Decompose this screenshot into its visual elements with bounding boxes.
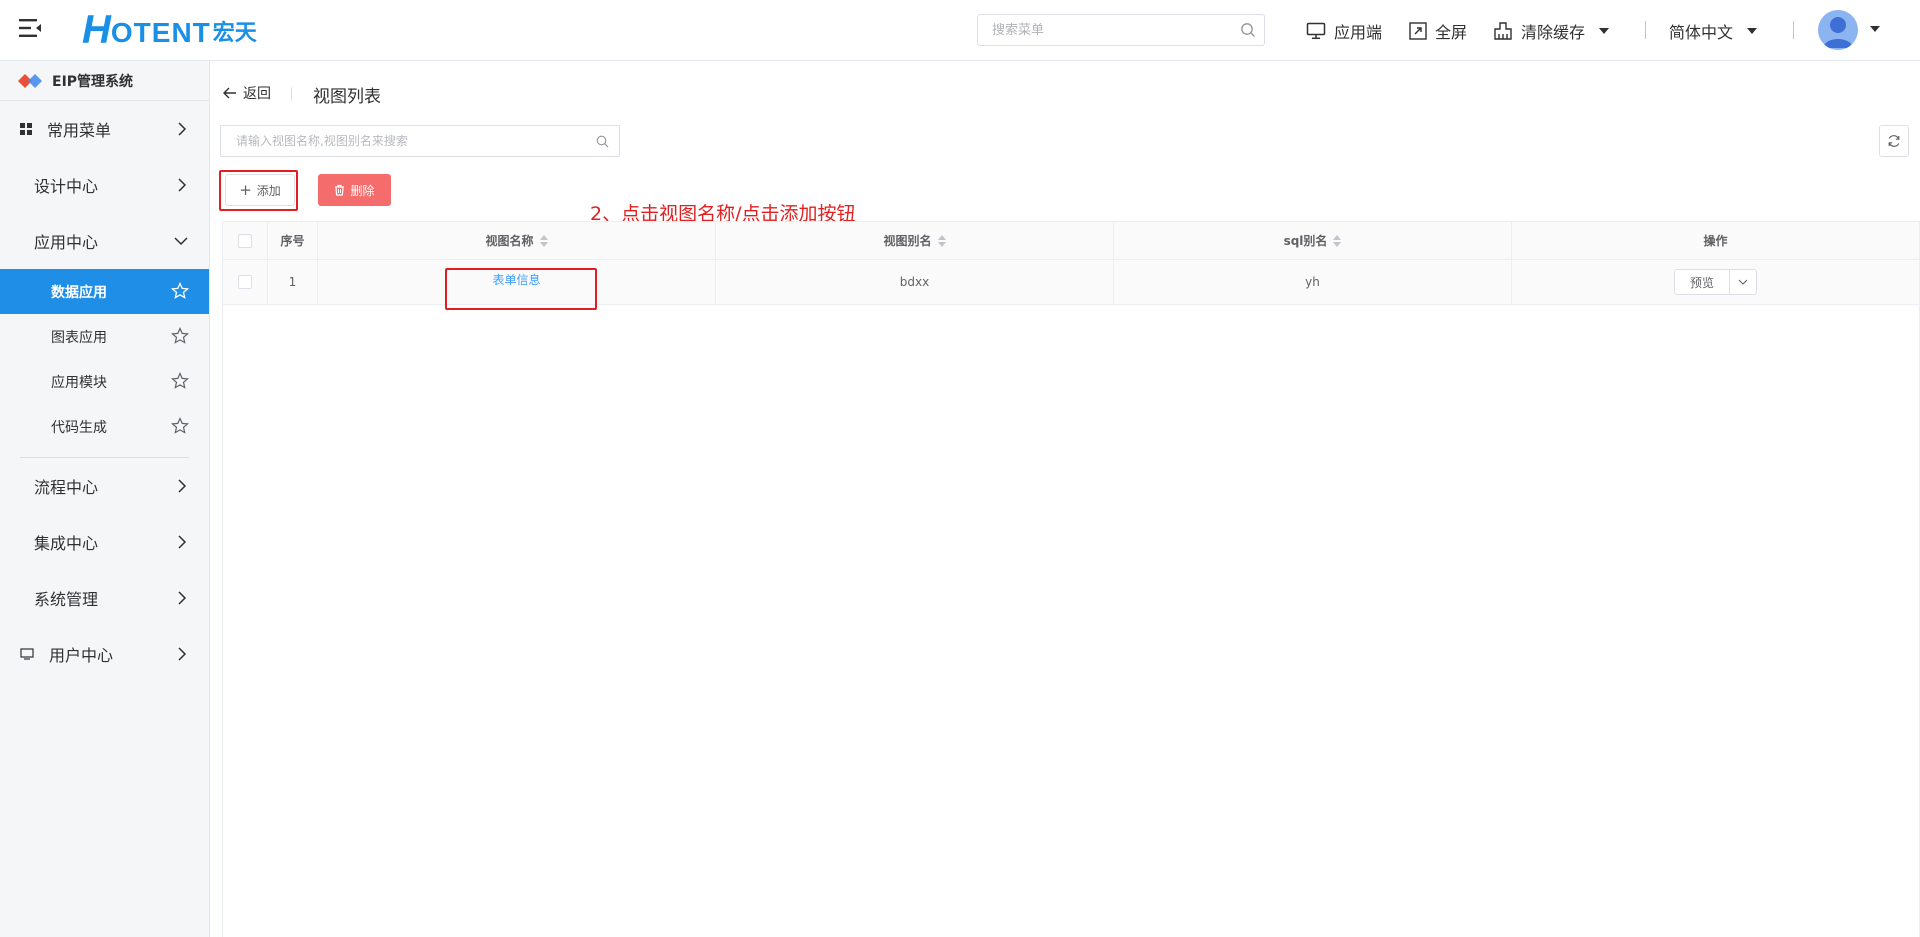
monitor-icon xyxy=(20,648,34,660)
table-row: 1 表单信息 bdxx yh 预览 xyxy=(223,260,1919,305)
monitor-icon xyxy=(1306,22,1326,40)
broom-icon xyxy=(1494,22,1512,40)
refresh-icon xyxy=(1888,135,1900,147)
star-icon[interactable] xyxy=(171,282,189,300)
language-dropdown[interactable]: 简体中文 xyxy=(1669,18,1758,44)
preview-button[interactable]: 预览 xyxy=(1675,270,1730,294)
row-alias: bdxx xyxy=(716,260,1114,304)
clear-cache-label: 清除缓存 xyxy=(1521,23,1586,42)
delete-button[interactable]: 删除 xyxy=(318,174,391,206)
star-icon[interactable] xyxy=(171,327,189,345)
header-idx: 序号 xyxy=(268,222,318,259)
row-sql: yh xyxy=(1114,260,1512,304)
language-label: 简体中文 xyxy=(1669,23,1734,42)
back-button[interactable]: 返回 xyxy=(223,83,271,103)
search-icon[interactable] xyxy=(596,135,609,148)
star-icon[interactable] xyxy=(171,372,189,390)
caret-down-icon xyxy=(1599,28,1610,34)
chevron-right-icon xyxy=(177,590,187,606)
row-checkbox[interactable] xyxy=(238,275,252,289)
chevron-right-icon xyxy=(177,646,187,662)
sidebar-item-app-module[interactable]: 应用模块 xyxy=(0,359,209,404)
sort-icon[interactable] xyxy=(937,234,946,247)
sidebar-item-app-center[interactable]: 应用中心 xyxy=(0,213,209,269)
preview-split-button: 预览 xyxy=(1674,269,1757,295)
sidebar-item-design[interactable]: 设计中心 xyxy=(0,157,209,213)
hotent-logo: H OTENT 宏天 xyxy=(82,8,257,52)
view-name-link[interactable]: 表单信息 xyxy=(492,271,540,288)
sidebar-item-user[interactable]: 用户中心 xyxy=(0,626,209,682)
trash-icon xyxy=(335,184,345,196)
menu-search-box[interactable] xyxy=(977,14,1265,46)
grid-icon xyxy=(20,123,32,135)
sidebar-item-flow[interactable]: 流程中心 xyxy=(0,458,209,514)
caret-down-icon xyxy=(1747,28,1758,34)
header-divider xyxy=(1793,21,1794,39)
eip-logo-icon xyxy=(18,73,42,88)
avatar-caret-icon[interactable] xyxy=(1870,26,1880,32)
chevron-down-icon xyxy=(1738,279,1748,285)
sort-icon[interactable] xyxy=(1333,234,1342,247)
arrow-left-icon xyxy=(223,87,236,99)
sidebar-item-code-gen[interactable]: 代码生成 xyxy=(0,404,209,449)
sidebar-item-common[interactable]: 常用菜单 xyxy=(0,101,209,157)
sidebar-item-chart-app[interactable]: 图表应用 xyxy=(0,314,209,359)
app-end-label: 应用端 xyxy=(1334,23,1383,42)
header-op: 操作 xyxy=(1703,234,1728,248)
main-content: 返回 视图列表 + 添加 删除 2、点击视图名称/点击添加按钮 序号 视图名称 … xyxy=(211,61,1920,937)
view-table: 序号 视图名称 视图别名 sql别名 操作 1 表单信息 bdxx yh 预览 xyxy=(222,221,1920,937)
clear-cache-dropdown[interactable]: 清除缓存 xyxy=(1493,18,1610,44)
add-button[interactable]: + 添加 xyxy=(225,174,295,206)
header-alias[interactable]: 视图别名 xyxy=(716,222,1114,259)
app-end-button[interactable]: 应用端 xyxy=(1306,18,1382,44)
header-sql[interactable]: sql别名 xyxy=(1114,222,1512,259)
chevron-right-icon xyxy=(177,478,187,494)
fullscreen-button[interactable]: 全屏 xyxy=(1409,18,1467,44)
chevron-right-icon xyxy=(177,534,187,550)
sidebar: EIP管理系统 常用菜单 设计中心 应用中心 数据应用 图表应用 应用模块 代码… xyxy=(0,61,210,937)
user-avatar[interactable] xyxy=(1818,10,1858,50)
fullscreen-label: 全屏 xyxy=(1435,23,1468,42)
system-title: EIP管理系统 xyxy=(0,61,209,101)
refresh-button[interactable] xyxy=(1879,125,1909,157)
expand-icon xyxy=(1409,22,1427,40)
chevron-right-icon xyxy=(177,121,187,137)
header-divider xyxy=(1645,21,1646,39)
sidebar-item-data-app[interactable]: 数据应用 xyxy=(0,269,209,314)
header-name[interactable]: 视图名称 xyxy=(318,222,716,259)
preview-dropdown-toggle[interactable] xyxy=(1730,270,1756,294)
search-icon[interactable] xyxy=(1240,22,1256,38)
row-idx: 1 xyxy=(268,260,318,304)
view-search-box[interactable] xyxy=(220,125,620,157)
title-divider xyxy=(291,87,292,101)
table-header: 序号 视图名称 视图别名 sql别名 操作 xyxy=(223,222,1919,260)
view-search-input[interactable] xyxy=(221,126,581,156)
select-all-checkbox[interactable] xyxy=(238,233,252,248)
chevron-down-icon xyxy=(173,233,189,249)
chevron-right-icon xyxy=(177,177,187,193)
page-title: 视图列表 xyxy=(313,87,381,107)
menu-search-input[interactable] xyxy=(978,15,1218,45)
sort-icon[interactable] xyxy=(539,234,548,247)
star-icon[interactable] xyxy=(171,417,189,435)
sidebar-item-integration[interactable]: 集成中心 xyxy=(0,514,209,570)
sidebar-item-system[interactable]: 系统管理 xyxy=(0,570,209,626)
plus-icon: + xyxy=(239,181,252,199)
menu-toggle-icon[interactable] xyxy=(18,17,42,39)
top-header: H OTENT 宏天 应用端 全屏 清除缓存 简体中文 xyxy=(0,0,1920,61)
